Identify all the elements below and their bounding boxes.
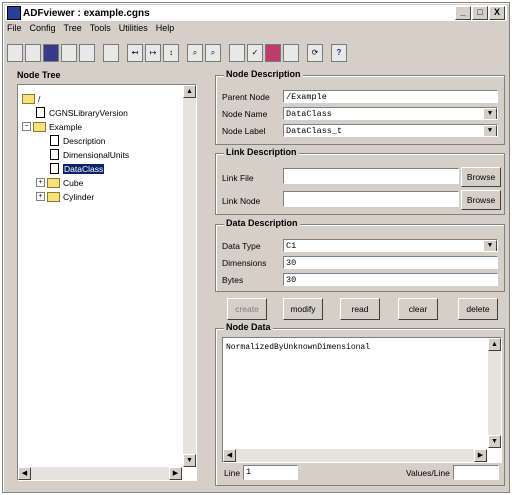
dimensions-label: Dimensions <box>222 258 267 268</box>
dimensions-field[interactable]: 30 <box>283 256 498 269</box>
tree-node-cylinder[interactable]: + Cylinder <box>36 190 94 203</box>
menu-bar: File Config Tree Tools Utilities Help <box>7 23 174 37</box>
chevron-down-icon[interactable]: ▼ <box>483 108 497 119</box>
link-file-browse-button[interactable]: Browse <box>461 167 501 187</box>
grid-icon[interactable] <box>283 44 299 62</box>
tree-node-dataclass[interactable]: DataClass <box>50 162 105 175</box>
read-button[interactable]: read <box>340 298 380 320</box>
link-file-label: Link File <box>222 173 254 183</box>
scroll-right-icon[interactable]: ▶ <box>474 449 487 462</box>
sort-icon[interactable]: ↕ <box>163 44 179 62</box>
node-tree[interactable]: / CGNSLibraryVersion − Example Descriptio… <box>17 84 197 481</box>
create-button[interactable]: create <box>227 298 267 320</box>
link-node-browse-button[interactable]: Browse <box>461 190 501 210</box>
link-node-label: Link Node <box>222 196 261 206</box>
export-icon[interactable] <box>79 44 95 62</box>
app-window: ADFviewer : example.cgns _ □ X File Conf… <box>2 2 510 493</box>
tree-node-cube[interactable]: + Cube <box>36 176 83 189</box>
help-icon[interactable]: ? <box>331 44 347 62</box>
palette-icon[interactable] <box>265 44 281 62</box>
view-icon[interactable] <box>103 44 119 62</box>
document-icon <box>50 135 59 146</box>
copy-icon[interactable] <box>229 44 245 62</box>
folder-icon <box>22 93 35 104</box>
values-per-line-field[interactable] <box>453 465 499 480</box>
close-button[interactable]: X <box>489 6 505 20</box>
check-icon[interactable]: ✓ <box>247 44 263 62</box>
document-icon <box>50 163 59 174</box>
scroll-down-icon[interactable]: ▼ <box>488 435 501 448</box>
node-data-textarea[interactable]: NormalizedByUnknownDimensional ▲ ▼ ◀ ▶ <box>222 337 502 463</box>
chevron-down-icon[interactable]: ▼ <box>483 125 497 136</box>
document-icon <box>50 149 59 160</box>
node-label-label: Node Label <box>222 126 266 136</box>
folder-icon <box>33 121 46 132</box>
bytes-label: Bytes <box>222 275 244 285</box>
scroll-left-icon[interactable]: ◀ <box>223 449 236 462</box>
title-bar: ADFviewer : example.cgns _ □ X <box>5 5 507 21</box>
parent-node-label: Parent Node <box>222 92 270 102</box>
tree-node-description[interactable]: Description <box>50 134 106 147</box>
chevron-down-icon[interactable]: ▼ <box>483 240 497 251</box>
tree-node-dimensional-units[interactable]: DimensionalUnits <box>50 148 129 161</box>
menu-config[interactable]: Config <box>30 23 56 37</box>
scroll-right-icon[interactable]: ▶ <box>169 467 182 480</box>
toolbar: ↤ ↦ ↕ ⌕ ⌕ ✓ ⟳ ? <box>7 41 349 65</box>
tree-vertical-scrollbar[interactable]: ▲ ▼ <box>183 85 196 467</box>
menu-tree[interactable]: Tree <box>64 23 82 37</box>
tree-horizontal-scrollbar[interactable]: ◀ ▶ <box>18 467 182 480</box>
node-name-dropdown[interactable]: DataClass ▼ <box>283 107 498 120</box>
menu-utilities[interactable]: Utilities <box>119 23 148 37</box>
tree-node-root[interactable]: / <box>22 92 40 105</box>
values-per-line-label: Values/Line <box>406 468 450 478</box>
bytes-field[interactable]: 30 <box>283 273 498 286</box>
tree-title: Node Tree <box>17 70 61 80</box>
minimize-button[interactable]: _ <box>455 6 471 20</box>
line-field[interactable]: 1 <box>243 465 298 480</box>
link-node-field[interactable] <box>283 191 459 207</box>
zoom-in-icon[interactable]: ⌕ <box>187 44 203 62</box>
data-type-dropdown[interactable]: C1 ▼ <box>283 239 498 252</box>
line-label: Line <box>224 468 241 478</box>
folder-icon <box>47 191 60 202</box>
expand-icon[interactable]: + <box>36 192 45 201</box>
scroll-up-icon[interactable]: ▲ <box>183 85 196 98</box>
parent-node-field[interactable]: /Example <box>283 90 498 103</box>
scroll-left-icon[interactable]: ◀ <box>18 467 31 480</box>
folder-icon <box>47 177 60 188</box>
scroll-up-icon[interactable]: ▲ <box>488 338 501 351</box>
menu-help[interactable]: Help <box>156 23 175 37</box>
menu-tools[interactable]: Tools <box>90 23 111 37</box>
maximize-button[interactable]: □ <box>472 6 488 20</box>
menu-file[interactable]: File <box>7 23 22 37</box>
data-type-label: Data Type <box>222 241 261 251</box>
zoom-fit-icon[interactable]: ⌕ <box>205 44 221 62</box>
clear-button[interactable]: clear <box>398 298 438 320</box>
link-file-field[interactable] <box>283 168 459 184</box>
tree-node-library-version[interactable]: CGNSLibraryVersion <box>36 106 128 119</box>
node-name-label: Node Name <box>222 109 268 119</box>
expand-icon[interactable]: + <box>36 178 45 187</box>
window-title: ADFviewer : example.cgns <box>23 7 150 19</box>
delete-button[interactable]: delete <box>458 298 498 320</box>
new-icon[interactable] <box>7 44 23 62</box>
app-icon <box>7 6 21 20</box>
tree-node-example[interactable]: − Example <box>22 120 82 133</box>
open-icon[interactable] <box>25 44 41 62</box>
node-data-vertical-scrollbar[interactable]: ▲ ▼ <box>488 338 501 448</box>
modify-button[interactable]: modify <box>283 298 323 320</box>
document-icon <box>36 107 45 118</box>
refresh-icon[interactable]: ⟳ <box>307 44 323 62</box>
scroll-down-icon[interactable]: ▼ <box>183 454 196 467</box>
save-as-icon[interactable] <box>61 44 77 62</box>
move-left-icon[interactable]: ↤ <box>127 44 143 62</box>
node-data-horizontal-scrollbar[interactable]: ◀ ▶ <box>223 449 487 462</box>
save-icon[interactable] <box>43 44 59 62</box>
move-right-icon[interactable]: ↦ <box>145 44 161 62</box>
collapse-icon[interactable]: − <box>22 122 31 131</box>
node-label-dropdown[interactable]: DataClass_t ▼ <box>283 124 498 137</box>
